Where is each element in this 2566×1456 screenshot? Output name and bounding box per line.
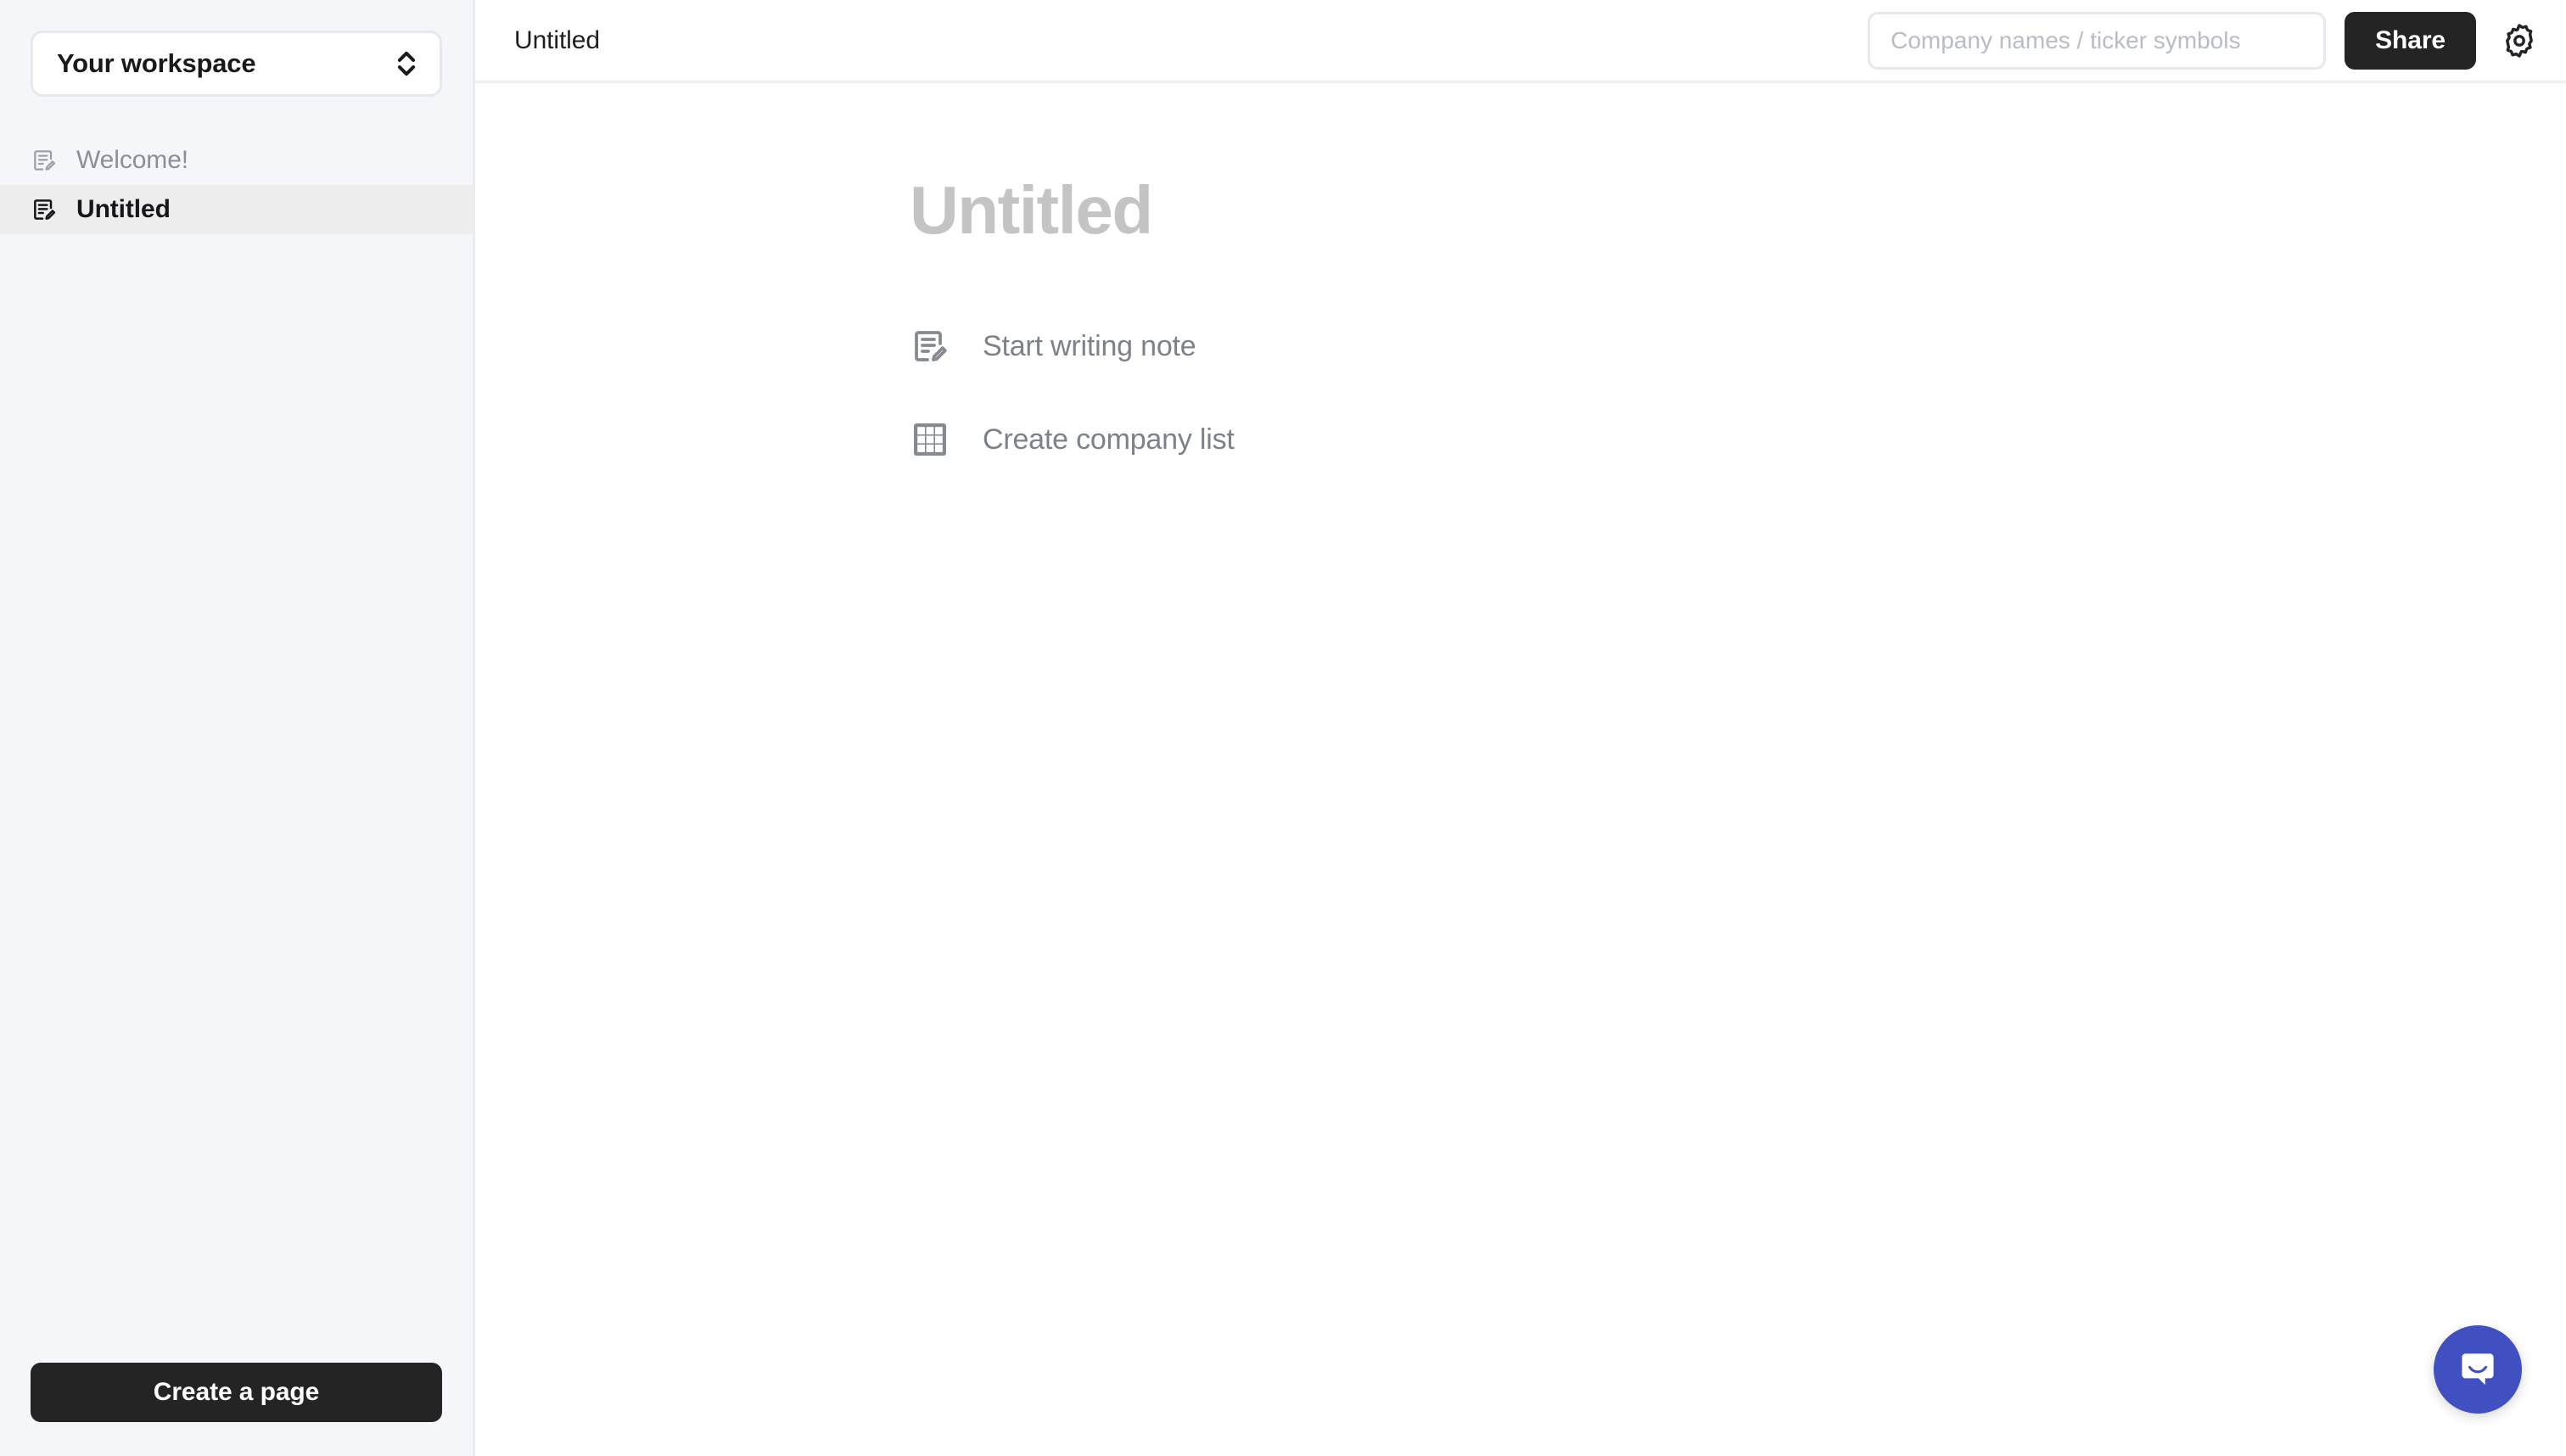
gear-icon — [2500, 21, 2539, 60]
document-title: Untitled — [514, 25, 600, 54]
sidebar-item-label: Welcome! — [76, 146, 189, 174]
sidebar-footer: Create a page — [0, 1363, 473, 1456]
chat-launcher-button[interactable] — [2434, 1325, 2522, 1414]
chevron-up-down-icon — [395, 48, 417, 79]
page-empty-actions: Start writing note Create company list — [910, 326, 2352, 460]
page-body: Untitled Start writing note Create compa… — [475, 83, 2566, 1456]
workspace-switcher[interactable]: Your workspace — [31, 31, 442, 97]
start-writing-note-action[interactable]: Start writing note — [910, 326, 1196, 367]
action-label: Start writing note — [983, 329, 1196, 362]
topbar-actions: Share — [1868, 11, 2544, 70]
share-button[interactable]: Share — [2345, 11, 2476, 70]
sidebar: Your workspace Welcome! Untitled Create … — [0, 0, 475, 1456]
settings-button[interactable] — [2495, 16, 2544, 65]
page-content: Untitled Start writing note Create compa… — [910, 176, 2352, 460]
workspace-name: Your workspace — [57, 48, 256, 78]
page-title[interactable]: Untitled — [910, 176, 2352, 244]
note-pencil-icon — [31, 196, 58, 223]
note-pencil-icon — [31, 147, 58, 174]
note-pencil-icon — [910, 326, 950, 367]
sidebar-item-untitled[interactable]: Untitled — [0, 185, 473, 234]
main-area: Untitled Share Untitled — [475, 0, 2566, 1456]
sidebar-item-welcome[interactable]: Welcome! — [0, 136, 473, 185]
sidebar-item-label: Untitled — [76, 195, 171, 223]
chat-bubble-icon — [2456, 1347, 2500, 1392]
action-label: Create company list — [983, 423, 1235, 456]
grid-table-icon — [910, 419, 950, 460]
create-company-list-action[interactable]: Create company list — [910, 419, 1235, 460]
create-a-page-button[interactable]: Create a page — [31, 1363, 442, 1422]
topbar: Untitled Share — [475, 0, 2566, 83]
page-nav: Welcome! Untitled — [0, 136, 473, 234]
company-search-input[interactable] — [1868, 11, 2327, 70]
app-root: Your workspace Welcome! Untitled Create … — [0, 0, 2566, 1456]
